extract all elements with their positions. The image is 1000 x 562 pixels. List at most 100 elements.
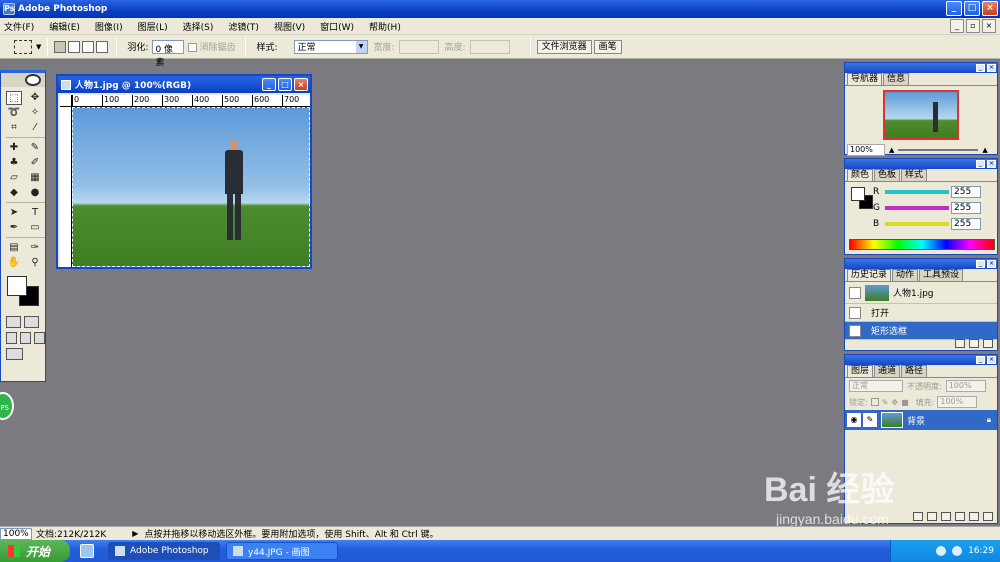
tab-info[interactable]: 信息 — [883, 73, 910, 85]
color-fg-swatch[interactable] — [851, 187, 865, 201]
layer-row-background[interactable]: ◉ ✎ 背景 🔒︎ — [845, 410, 997, 430]
show-desktop-icon[interactable] — [80, 544, 94, 558]
lock-pixels-icon[interactable]: ✎ — [882, 398, 889, 407]
rect-marquee-tool-icon[interactable]: ⬚ — [6, 91, 22, 105]
height-input[interactable] — [469, 39, 510, 54]
menu-layer[interactable]: 图层(L) — [138, 20, 168, 33]
color-spectrum-bar[interactable] — [849, 239, 995, 250]
panel-minimize-button[interactable]: _ — [976, 260, 985, 268]
layer-visibility-eye-icon[interactable]: ◉ — [847, 413, 861, 427]
history-brush-source-icon[interactable] — [849, 306, 861, 319]
tab-navigator[interactable]: 导航器 — [847, 73, 883, 85]
path-selection-tool-icon[interactable]: ➤ — [6, 206, 22, 220]
zoom-out-icon[interactable]: ▲ — [889, 146, 894, 154]
tab-actions[interactable]: 动作 — [892, 269, 919, 281]
delete-layer-icon[interactable] — [983, 512, 993, 521]
panel-title-bar[interactable]: _ × — [845, 159, 997, 169]
ruler-origin[interactable] — [60, 95, 72, 107]
quick-mask-mode-button[interactable] — [24, 316, 39, 328]
clock[interactable]: 16:29 — [968, 546, 994, 556]
width-input[interactable] — [398, 39, 439, 54]
hand-tool-icon[interactable]: ✋ — [6, 256, 22, 270]
toolbox-header[interactable] — [1, 73, 45, 87]
doc-close-button[interactable]: × — [294, 78, 308, 91]
tab-paths[interactable]: 路径 — [901, 365, 928, 377]
volume-icon[interactable] — [952, 546, 963, 556]
slice-tool-icon[interactable]: ⁄ — [27, 121, 43, 135]
style-select[interactable]: 正常 ▼ — [293, 39, 368, 54]
panel-minimize-button[interactable]: _ — [976, 64, 985, 72]
blend-mode-select[interactable]: 正常 — [849, 380, 903, 392]
taskbar-paint-button[interactable]: y44.JPG - 画图 — [226, 542, 338, 560]
horizontal-ruler[interactable]: 0 100 200 300 400 500 600 700 — [72, 95, 310, 107]
opacity-input[interactable]: 100% — [945, 380, 986, 392]
status-doc-size[interactable]: 文档:212K/212K — [36, 527, 106, 540]
menu-filter[interactable]: 滤镜(T) — [228, 20, 259, 33]
red-value-input[interactable]: 255 — [951, 186, 981, 198]
lasso-tool-icon[interactable]: ➰ — [6, 106, 22, 120]
menu-image[interactable]: 图像(I) — [95, 20, 123, 33]
new-snapshot-icon[interactable] — [969, 339, 979, 348]
status-arrow-icon[interactable]: ▶ — [132, 529, 138, 538]
gradient-tool-icon[interactable]: ▦ — [27, 171, 43, 185]
start-button[interactable]: 开始 — [0, 540, 70, 562]
maximize-button[interactable]: □ — [964, 1, 980, 16]
new-document-from-state-icon[interactable] — [955, 339, 965, 348]
history-snapshot[interactable]: 人物1.jpg — [845, 282, 997, 304]
taskbar-photoshop-button[interactable]: Adobe Photoshop — [108, 542, 220, 560]
eyedropper-tool-icon[interactable]: ✑ — [27, 241, 43, 255]
zoom-in-icon[interactable]: ▲ — [982, 146, 987, 154]
antialias-check-box[interactable] — [188, 43, 198, 52]
green-value-input[interactable]: 255 — [951, 202, 981, 214]
intersect-selection-button[interactable] — [96, 40, 109, 53]
tab-channels[interactable]: 通道 — [874, 365, 901, 377]
vertical-ruler[interactable] — [60, 107, 72, 267]
image-canvas[interactable] — [72, 107, 310, 267]
rect-marquee-preset-icon[interactable] — [14, 39, 32, 54]
navigator-zoom-input[interactable]: 100% — [847, 144, 885, 156]
minimize-button[interactable]: _ — [946, 1, 962, 16]
lock-all-icon[interactable]: ■ — [901, 398, 909, 407]
jump-to-imageready-button[interactable] — [6, 348, 23, 360]
tab-swatches[interactable]: 色板 — [874, 169, 901, 181]
type-tool-icon[interactable]: T — [27, 206, 43, 220]
tab-color[interactable]: 颜色 — [847, 169, 874, 181]
panel-close-button[interactable]: × — [987, 356, 996, 364]
tab-layers[interactable]: 图层 — [847, 365, 874, 377]
mdi-minimize-button[interactable]: _ — [950, 19, 964, 33]
history-brush-source-icon[interactable] — [849, 324, 861, 337]
history-brush-tool-icon[interactable]: ✐ — [27, 156, 43, 170]
menu-window[interactable]: 窗口(W) — [320, 20, 354, 33]
menu-file[interactable]: 文件(F) — [4, 20, 34, 33]
network-icon[interactable] — [936, 546, 947, 556]
standard-mode-button[interactable] — [6, 316, 21, 328]
pen-tool-icon[interactable]: ✒ — [6, 221, 22, 235]
crop-tool-icon[interactable]: ⌗ — [6, 121, 22, 135]
history-brush-source-icon[interactable] — [849, 286, 861, 299]
healing-brush-tool-icon[interactable]: ✚ — [6, 141, 22, 155]
navigator-thumbnail[interactable] — [883, 90, 959, 140]
doc-minimize-button[interactable]: _ — [262, 78, 276, 91]
panel-close-button[interactable]: × — [987, 64, 996, 72]
tab-tool-presets[interactable]: 工具预设 — [919, 269, 964, 281]
dodge-tool-icon[interactable]: ● — [27, 186, 43, 200]
menu-help[interactable]: 帮助(H) — [369, 20, 401, 33]
brushes-tab[interactable]: 画笔 — [593, 39, 622, 54]
menu-edit[interactable]: 编辑(E) — [49, 20, 80, 33]
panel-minimize-button[interactable]: _ — [976, 356, 985, 364]
delete-state-icon[interactable] — [983, 339, 993, 348]
panel-minimize-button[interactable]: _ — [976, 160, 985, 168]
close-button[interactable]: × — [982, 1, 998, 16]
clone-stamp-tool-icon[interactable]: ♣ — [6, 156, 22, 170]
panel-title-bar[interactable]: _ × — [845, 63, 997, 73]
add-selection-button[interactable] — [68, 40, 81, 53]
history-item-selected[interactable]: 矩形选框 — [845, 322, 997, 340]
shape-tool-icon[interactable]: ▭ — [27, 221, 43, 235]
preset-dropdown-icon[interactable]: ▼ — [36, 43, 41, 51]
panel-close-button[interactable]: × — [987, 160, 996, 168]
tab-history[interactable]: 历史记录 — [847, 269, 892, 281]
feather-input[interactable]: 0 像素 — [152, 39, 185, 68]
red-slider[interactable] — [885, 190, 949, 194]
lock-transparency-icon[interactable] — [870, 398, 879, 406]
eraser-tool-icon[interactable]: ▱ — [6, 171, 22, 185]
